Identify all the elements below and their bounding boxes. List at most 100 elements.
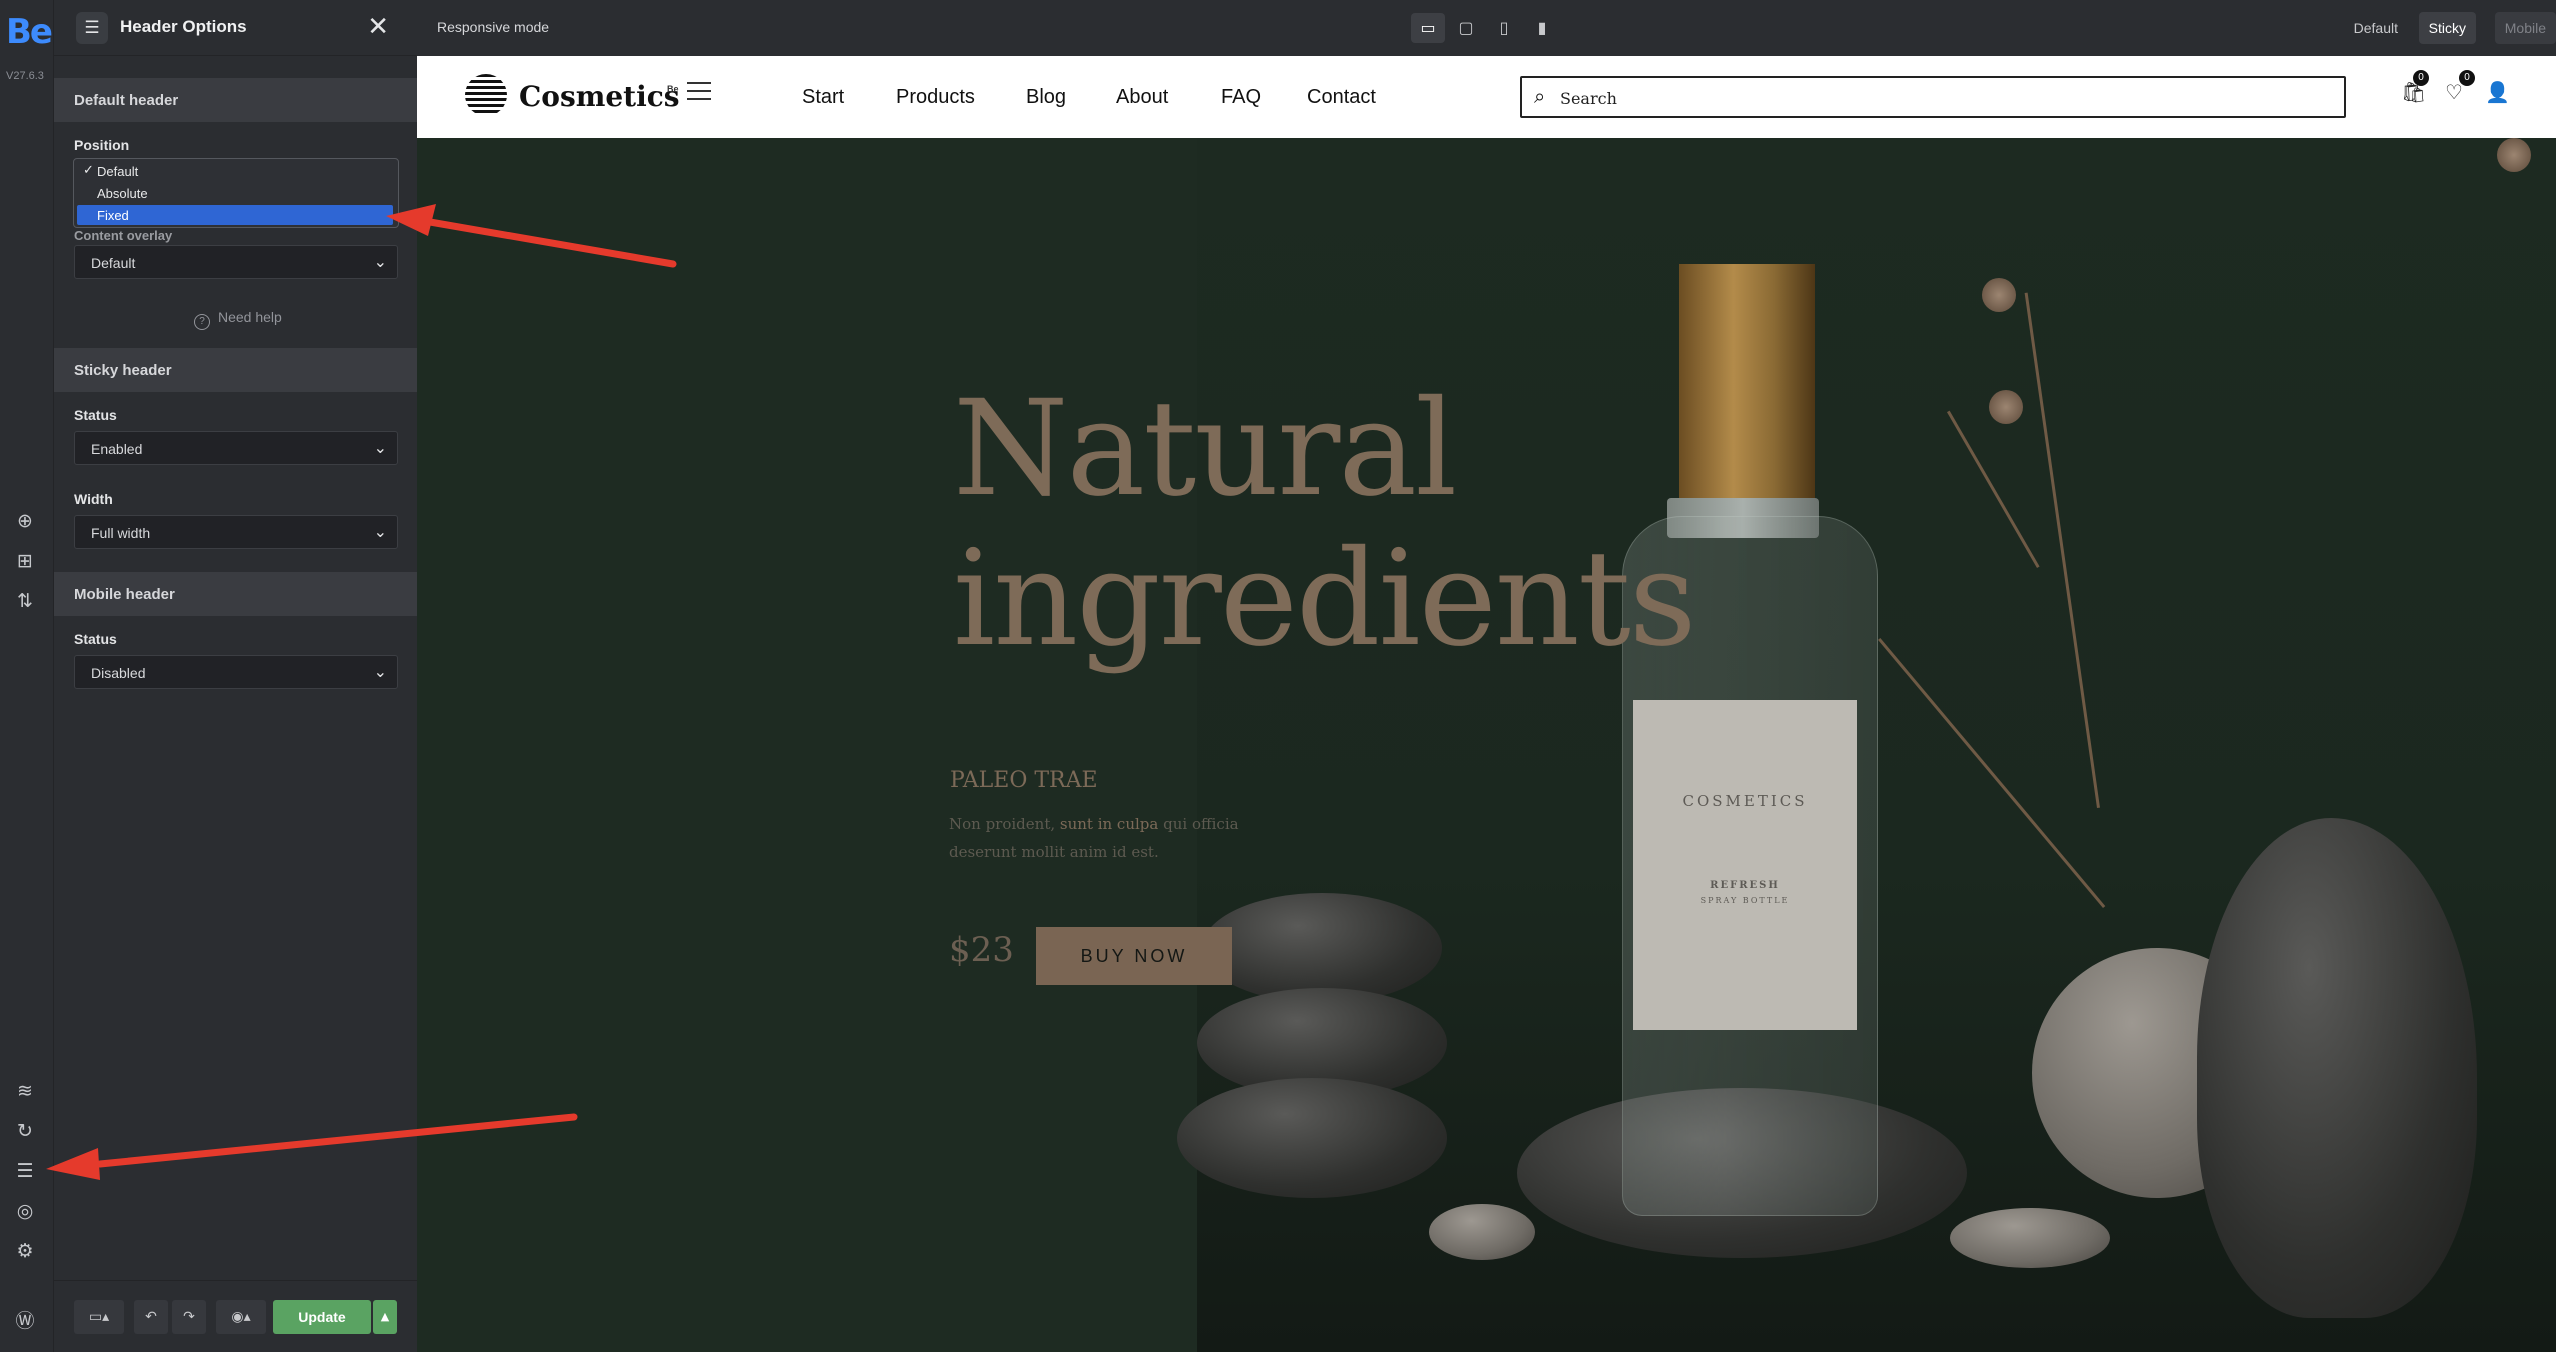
nav-about[interactable]: About [1116,86,1168,109]
top-toolbar: Responsive mode ▭ ▢ ▯ ▮ Default Sticky M… [417,0,2556,56]
hero-subhead: PALEO TRAE [950,768,1098,793]
history-icon[interactable]: ↻ [12,1118,38,1144]
nav-start[interactable]: Start [802,86,844,109]
wishlist-count-badge: 0 [2459,70,2475,86]
tab-sticky[interactable]: Sticky [2418,12,2476,44]
website-preview: Cosmetics Be Start Products Blog About F… [417,56,2556,1352]
be-logo[interactable]: Be [6,12,53,52]
tab-default[interactable]: Default [2344,12,2408,44]
sticky-status-select[interactable]: Enabled ⌄ [74,431,398,465]
be-tag: Be [667,84,679,94]
device-preview-button[interactable]: ▭▴ [74,1300,124,1334]
brand-name: Cosmetics [519,80,680,113]
chevron-down-icon: ⌄ [373,662,387,681]
position-option-fixed[interactable]: Fixed [77,205,393,225]
update-options-button[interactable]: ▲ [373,1300,397,1334]
bottle-brand: COSMETICS [1682,792,1808,810]
icon-rail: Be V27.6.3 ⊕ ⊞ ⇅ ≋ ↻ ☰ ◎ ⚙ Ⓦ [0,0,54,1352]
mobile-icon[interactable]: ▮ [1525,13,1559,43]
wordpress-icon[interactable]: Ⓦ [12,1308,38,1334]
hero-description: Non proident, sunt in culpa qui officia … [949,810,1239,866]
dried-flower [2497,138,2531,172]
dried-flower [1982,278,2016,312]
hero-left-pane [417,138,1197,1352]
tab-mobile[interactable]: Mobile [2494,12,2556,44]
add-icon[interactable]: ⊕ [12,508,38,534]
preview-eye-button[interactable]: ◉▴ [216,1300,266,1334]
hero-price: $23 [949,930,1014,970]
content-overlay-select[interactable]: Default ⌄ [74,245,398,279]
redo-button[interactable]: ↷ [172,1300,206,1334]
header-options-panel: ☰ Header Options ✕ Default header Positi… [54,0,417,1352]
pebble [1429,1204,1535,1260]
section-default-header[interactable]: Default header [54,78,417,122]
twig-shape [1947,410,2040,568]
twig-shape [1878,637,2106,908]
content-overlay-label: Content overlay [74,228,173,243]
nav-faq[interactable]: FAQ [1221,86,1261,109]
sliders-icon[interactable]: ☰ [12,1158,38,1184]
twig-shape [2024,292,2100,808]
layout-icon[interactable]: ⊞ [12,548,38,574]
check-icon: ✓ [83,163,94,178]
position-dropdown[interactable]: ✓ Default Absolute Fixed [73,158,399,228]
close-icon[interactable]: ✕ [367,12,389,42]
help-icon: ? [194,314,210,330]
panel-header: ☰ Header Options ✕ [54,0,417,56]
sliders-icon: ☰ [76,12,108,44]
desktop-icon[interactable]: ▭ [1411,13,1445,43]
bottle-line: REFRESH [1710,880,1780,891]
search-icon: ⌕ [1534,84,1546,108]
mobile-status-select[interactable]: Disabled ⌄ [74,655,398,689]
section-title: Default header [74,92,179,109]
chevron-down-icon: ⌄ [373,438,387,457]
desc-text: Non proident, [949,815,1060,833]
hamburger-menu-icon[interactable] [687,82,711,100]
sticky-status-label: Status [74,407,117,423]
position-option-absolute[interactable]: Absolute [77,183,393,203]
stone [1177,1078,1447,1198]
brand-mark [465,74,507,116]
nav-contact[interactable]: Contact [1307,86,1376,109]
bottle-label: COSMETICS REFRESH SPRAY BOTTLE [1633,700,1857,1030]
search-box[interactable]: ⌕ [1520,76,2346,118]
chevron-down-icon: ⌄ [373,252,387,271]
tablet-portrait-icon[interactable]: ▯ [1487,13,1521,43]
section-title: Mobile header [74,586,175,603]
update-button[interactable]: Update [273,1300,371,1334]
position-label: Position [74,137,130,153]
desc-bold: sunt in culpa [1059,815,1159,833]
dried-flower [1989,390,2023,424]
tablet-landscape-icon[interactable]: ▢ [1449,13,1483,43]
search-input[interactable] [1560,86,2320,110]
sort-icon[interactable]: ⇅ [12,588,38,614]
chevron-down-icon: ⌄ [373,522,387,541]
section-mobile-header[interactable]: Mobile header [54,572,417,616]
section-sticky-header[interactable]: Sticky header [54,348,417,392]
section-title: Sticky header [74,362,172,379]
need-help-link[interactable]: ? Need help [194,309,282,330]
position-option-default[interactable]: ✓ Default [77,161,393,181]
responsive-mode-label: Responsive mode [437,19,550,35]
mobile-status-label: Status [74,631,117,647]
hero-title-line: ingredients [953,522,1697,676]
undo-button[interactable]: ↶ [134,1300,168,1334]
stone [1202,893,1442,1003]
sticky-width-label: Width [74,491,113,507]
sticky-width-select[interactable]: Full width ⌄ [74,515,398,549]
site-header: Cosmetics Be Start Products Blog About F… [417,56,2556,138]
hero-title-line: Natural [953,372,1457,526]
version-label: V27.6.3 [6,70,44,82]
pebble [1950,1208,2110,1268]
hero-section: COSMETICS REFRESH SPRAY BOTTLE Natural i… [417,138,2556,1352]
account-icon[interactable]: 👤 [2485,80,2510,104]
wishlist-icon[interactable]: ♡ [2445,80,2463,104]
nav-blog[interactable]: Blog [1026,86,1066,109]
buy-now-button[interactable]: BUY NOW [1036,927,1232,985]
cart-count-badge: 0 [2413,70,2429,86]
nav-products[interactable]: Products [896,86,975,109]
layers-icon[interactable]: ≋ [12,1078,38,1104]
stone [2197,818,2477,1318]
globe-icon[interactable]: ◎ [12,1198,38,1224]
settings-icon[interactable]: ⚙ [12,1238,38,1264]
